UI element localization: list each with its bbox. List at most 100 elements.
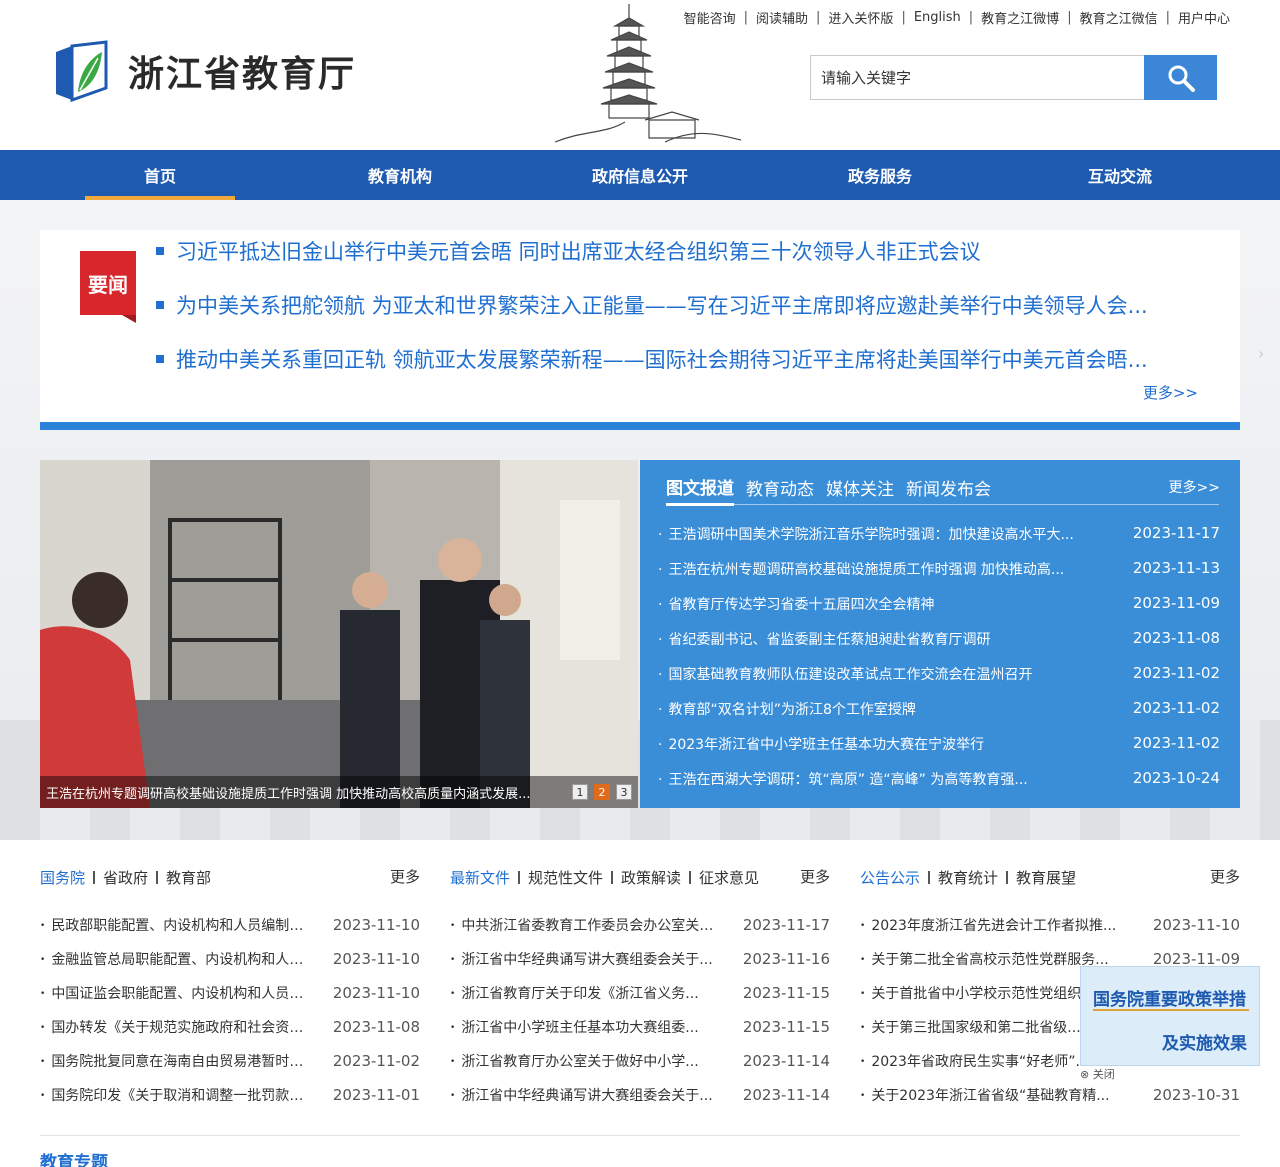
chevron-right-icon[interactable]: ›	[1258, 344, 1264, 363]
list-item[interactable]: 关于2023年浙江省省级“基础教育精... 2023-10-31	[860, 1078, 1240, 1112]
search-input[interactable]	[810, 55, 1144, 100]
carousel-page-3[interactable]: 3	[616, 784, 632, 800]
column-more-link[interactable]: 更多	[800, 866, 830, 887]
top-link-separator: |	[743, 10, 749, 25]
nav-item-home[interactable]: 首页	[40, 150, 280, 200]
list-item-title: 国务院印发《关于取消和调整一批罚款事项的决定》	[40, 1085, 310, 1105]
top-link-weibo[interactable]: 教育之江微博	[981, 8, 1059, 27]
tab-outlook[interactable]: 教育展望	[1016, 867, 1076, 888]
tab-separator	[1006, 870, 1009, 884]
list-item[interactable]: 浙江省中华经典诵写讲大赛组委会关于... 2023-11-14	[450, 1078, 830, 1112]
list-item[interactable]: 浙江省教育厅办公室关于做好中小学... 2023-11-14	[450, 1044, 830, 1078]
tab-media-focus[interactable]: 媒体关注	[826, 475, 894, 504]
list-item[interactable]: 浙江省中小学班主任基本功大赛组委... 2023-11-15	[450, 1010, 830, 1044]
nav-item-institutions[interactable]: 教育机构	[280, 150, 520, 200]
site-logo[interactable]: 浙江省教育厅	[52, 38, 356, 104]
top-link-care-version[interactable]: 进入关怀版	[828, 8, 893, 27]
column-more-link[interactable]: 更多	[1210, 866, 1240, 887]
top-link-reading-aid[interactable]: 阅读辅助	[756, 8, 808, 27]
top-link-separator: |	[968, 10, 974, 25]
floating-policy-banner[interactable]: 国务院重要政策举措 及实施效果	[1080, 966, 1260, 1066]
news-row[interactable]: 王浩在西湖大学调研：筑“高原” 造“高峰” 为高等教育强... 2023-10-2…	[658, 769, 1220, 789]
list-item[interactable]: 中共浙江省委教育工作委员会办公室关于... 2023-11-17	[450, 908, 830, 942]
headline-divider-bar	[40, 422, 1240, 430]
close-icon: ⊗	[1080, 1068, 1090, 1081]
carousel-page-1[interactable]: 1	[572, 784, 588, 800]
list-item-title: 关于2023年浙江省省级“基础教育精...	[860, 1085, 1130, 1105]
tab-separator	[928, 870, 931, 884]
news-row[interactable]: 国家基础教育教师队伍建设改革试点工作交流会在温州召开 2023-11-02	[658, 664, 1220, 684]
tab-latest-documents[interactable]: 最新文件	[450, 867, 510, 888]
list-item[interactable]: 浙江省教育厅关于印发《浙江省义务... 2023-11-15	[450, 976, 830, 1010]
news-row[interactable]: 王浩调研中国美术学院浙江音乐学院时强调：加快建设高水平大... 2023-11-1…	[658, 524, 1220, 544]
news-tabs: 图文报道 教育动态 媒体关注 新闻发布会	[666, 474, 1219, 506]
tab-state-council[interactable]: 国务院	[40, 867, 85, 888]
list-item-date: 2023-11-14	[742, 1086, 830, 1104]
list-item[interactable]: 国务院印发《关于取消和调整一批罚款事项的决定》 2023-11-01	[40, 1078, 420, 1112]
list-item[interactable]: 中国证监会职能配置、内设机构和人员编制规定 2023-11-10	[40, 976, 420, 1010]
news-row[interactable]: 省教育厅传达学习省委十五届四次全会精神 2023-11-09	[658, 594, 1220, 614]
list-item[interactable]: 国办转发《关于规范实施政府和社会资本合作新机制的指导意见》 2023-11-08	[40, 1010, 420, 1044]
list-item[interactable]: 浙江省中华经典诵写讲大赛组委会关于... 2023-11-16	[450, 942, 830, 976]
top-link-separator: |	[1165, 10, 1170, 25]
top-link-separator: |	[1067, 10, 1072, 25]
search-button[interactable]	[1144, 55, 1217, 100]
list-item-title: 中共浙江省委教育工作委员会办公室关于...	[450, 915, 720, 935]
main-nav: 首页 教育机构 政府信息公开 政务服务 互动交流	[0, 150, 1280, 200]
tab-announcements[interactable]: 公告公示	[860, 867, 920, 888]
headline-item[interactable]: 为中美关系把舵领航 为亚太和世界繁荣注入正能量——写在习近平主席即将应邀赴美举行…	[156, 290, 1196, 320]
list-item[interactable]: 国务院批复同意在海南自由贸易港暂时调整实施有关行政法规规定 2023-11-02	[40, 1044, 420, 1078]
news-row[interactable]: 2023年浙江省中小学班主任基本功大赛在宁波举行 2023-11-02	[658, 734, 1220, 754]
top-link-wechat[interactable]: 教育之江微信	[1080, 8, 1158, 27]
tab-press-conference[interactable]: 新闻发布会	[906, 475, 991, 504]
column-tabs: 国务院 省政府 教育部 更多	[40, 866, 420, 888]
news-title: 王浩在杭州专题调研高校基础设施提质工作时强调 加快推动高...	[658, 559, 1103, 579]
floating-banner-close[interactable]: ⊗ 关闭	[1080, 1066, 1115, 1082]
list-item[interactable]: 民政部职能配置、内设机构和人员编制规定 2023-11-10	[40, 908, 420, 942]
carousel-page-2[interactable]: 2	[594, 784, 610, 800]
news-title: 王浩在西湖大学调研：筑“高原” 造“高峰” 为高等教育强...	[658, 769, 1103, 789]
headline-text: 习近平抵达旧金山举行中美元首会晤 同时出席亚太经合组织第三十次领导人非正式会议	[176, 240, 981, 264]
headline-item[interactable]: 习近平抵达旧金山举行中美元首会晤 同时出席亚太经合组织第三十次领导人非正式会议	[156, 236, 1196, 266]
news-date: 2023-10-24	[1132, 769, 1220, 787]
top-link-english[interactable]: English	[914, 10, 961, 25]
news-row[interactable]: 省纪委副书记、省监委副主任蔡旭昶赴省教育厅调研 2023-11-08	[658, 629, 1220, 649]
list-item[interactable]: 2023年度浙江省先进会计工作者拟推... 2023-11-10	[860, 908, 1240, 942]
news-row[interactable]: 王浩在杭州专题调研高校基础设施提质工作时强调 加快推动高... 2023-11-1…	[658, 559, 1220, 579]
nav-item-services[interactable]: 政务服务	[760, 150, 1000, 200]
list-item-title: 民政部职能配置、内设机构和人员编制规定	[40, 915, 310, 935]
nav-item-gov-info[interactable]: 政府信息公开	[520, 150, 760, 200]
news-date: 2023-11-02	[1132, 664, 1220, 682]
news-date: 2023-11-02	[1132, 699, 1220, 717]
news-more-link[interactable]: 更多>>	[1169, 477, 1220, 497]
list-item[interactable]: 金融监管总局职能配置、内设机构和人员编制规定 2023-11-10	[40, 942, 420, 976]
nav-item-interaction[interactable]: 互动交流	[1000, 150, 1240, 200]
photo-carousel[interactable]: 王浩在杭州专题调研高校基础设施提质工作时强调 加快推动高校高质量内涵式发展...…	[40, 460, 638, 808]
tab-photo-reports[interactable]: 图文报道	[666, 474, 734, 506]
tab-normative-documents[interactable]: 规范性文件	[528, 867, 603, 888]
headline-more-link[interactable]: 更多>>	[1143, 382, 1198, 403]
tab-education-news[interactable]: 教育动态	[746, 475, 814, 504]
headline-item[interactable]: 推动中美关系重回正轨 领航亚太发展繁荣新程——国际社会期待习近平主席将赴美国举行…	[156, 344, 1196, 374]
site-title: 浙江省教育厅	[128, 53, 357, 95]
news-row[interactable]: 教育部“双名计划”为浙江8个工作室授牌 2023-11-02	[658, 699, 1220, 719]
news-panel: 图文报道 教育动态 媒体关注 新闻发布会 更多>> 王浩调研中国美术学院浙江音乐…	[640, 460, 1240, 808]
top-link-consult[interactable]: 智能咨询	[684, 8, 736, 27]
site-header: 浙江省教育厅 智能咨询 | 阅读辅助 | 进入关怀版 | English | 教…	[0, 0, 1280, 150]
photo-caption[interactable]: 王浩在杭州专题调研高校基础设施提质工作时强调 加快推动高校高质量内涵式发展...	[46, 783, 566, 802]
column-more-link[interactable]: 更多	[390, 866, 420, 887]
list-item-date: 2023-11-10	[332, 916, 420, 934]
tab-statistics[interactable]: 教育统计	[938, 867, 998, 888]
tab-provincial-gov[interactable]: 省政府	[103, 867, 148, 888]
tab-ministry-education[interactable]: 教育部	[166, 867, 211, 888]
top-link-user-center[interactable]: 用户中心	[1178, 8, 1230, 27]
news-title: 2023年浙江省中小学班主任基本功大赛在宁波举行	[658, 734, 1103, 754]
tab-consultation[interactable]: 征求意见	[699, 867, 759, 888]
list-item-date: 2023-11-10	[1152, 916, 1240, 934]
section-divider	[40, 1135, 1240, 1136]
section-title-topics[interactable]: 教育专题	[40, 1148, 108, 1167]
tab-policy-interpretation[interactable]: 政策解读	[621, 867, 681, 888]
news-title: 省教育厅传达学习省委十五届四次全会精神	[658, 594, 1103, 614]
bullet-square-icon	[156, 247, 164, 255]
tab-separator	[689, 870, 692, 884]
